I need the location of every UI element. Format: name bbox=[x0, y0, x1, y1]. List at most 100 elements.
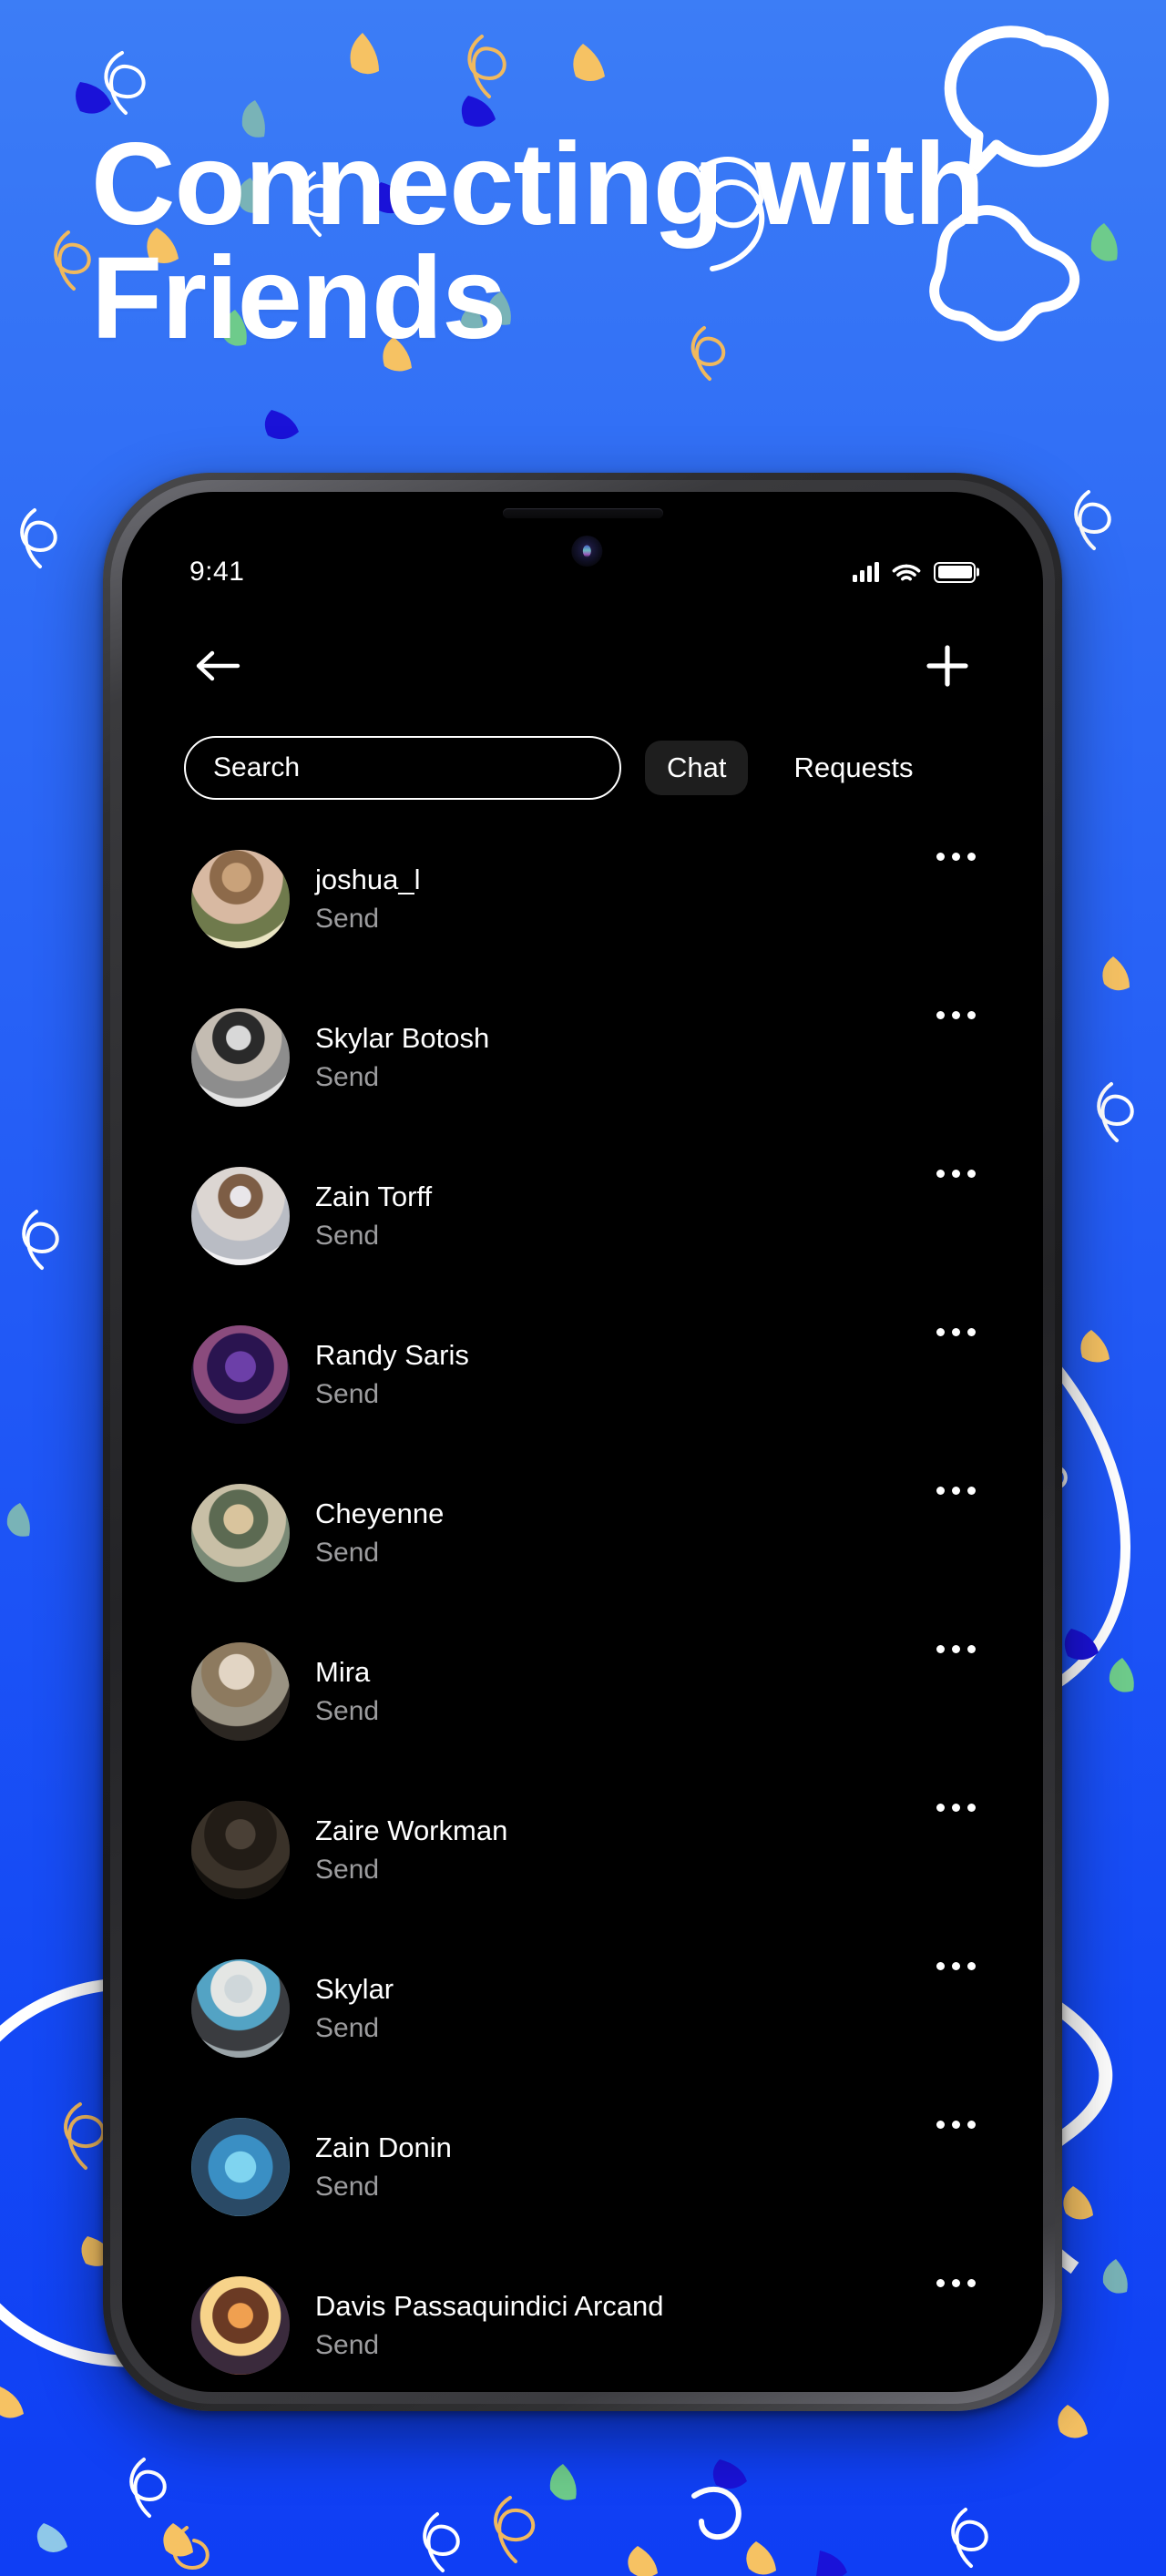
chat-item-text: Zain Donin Send bbox=[315, 2133, 452, 2201]
phone-mockup: 9:41 Search Chat Requests joshua_l Send … bbox=[103, 473, 1062, 2411]
ellipsis-icon[interactable] bbox=[936, 1487, 976, 1495]
tab-requests[interactable]: Requests bbox=[772, 741, 935, 795]
chat-item-send-label[interactable]: Send bbox=[315, 1064, 489, 1091]
squiggle-yellow-2 bbox=[54, 230, 91, 291]
avatar-image bbox=[191, 1167, 290, 1265]
chat-list[interactable]: joshua_l Send Skylar Botosh Send Zain Torff S… bbox=[122, 820, 1043, 2392]
chat-item-name: Randy Saris bbox=[315, 1339, 469, 1371]
hero-line-1: Connecting with bbox=[91, 119, 985, 250]
chat-item-text: Mira Send bbox=[315, 1658, 379, 1725]
chat-item-send-label[interactable]: Send bbox=[315, 1698, 379, 1725]
avatar[interactable] bbox=[191, 1325, 290, 1424]
chat-item-name: joshua_l bbox=[315, 864, 421, 895]
avatar[interactable] bbox=[191, 1642, 290, 1741]
chat-list-item[interactable]: Cheyenne Send bbox=[122, 1454, 1043, 1612]
chat-list-item[interactable]: Randy Saris Send bbox=[122, 1295, 1043, 1454]
chat-item-send-label[interactable]: Send bbox=[315, 1381, 469, 1408]
squiggle-white-6 bbox=[1097, 1082, 1134, 1142]
chat-item-send-label[interactable]: Send bbox=[315, 2173, 452, 2201]
chat-item-name: Zain Torff bbox=[315, 1181, 433, 1212]
hero-line-2: Friends bbox=[91, 233, 506, 364]
avatar-image bbox=[191, 1008, 290, 1107]
avatar[interactable] bbox=[191, 1959, 290, 2058]
chat-item-name: Davis Passaquindici Arcand bbox=[315, 2290, 664, 2322]
status-bar: 9:41 bbox=[122, 547, 1043, 598]
ellipsis-icon[interactable] bbox=[936, 1645, 976, 1653]
status-time: 9:41 bbox=[189, 557, 245, 587]
earpiece-speaker-icon bbox=[502, 508, 663, 518]
squiggle-white bbox=[104, 51, 146, 115]
avatar[interactable] bbox=[191, 1167, 290, 1265]
avatar[interactable] bbox=[191, 1008, 290, 1107]
ellipsis-icon[interactable] bbox=[936, 1962, 976, 1970]
avatar[interactable] bbox=[191, 2276, 290, 2375]
phone-frame: 9:41 Search Chat Requests joshua_l Send … bbox=[103, 473, 1062, 2411]
avatar-image bbox=[191, 1484, 290, 1582]
page-title: Connecting with Friends bbox=[91, 127, 1111, 364]
squiggle-white-4 bbox=[1074, 490, 1111, 550]
chat-item-send-label[interactable]: Send bbox=[315, 905, 420, 933]
chat-item-send-label[interactable]: Send bbox=[315, 1856, 507, 1884]
status-icons bbox=[853, 561, 976, 583]
avatar[interactable] bbox=[191, 1484, 290, 1582]
back-button[interactable] bbox=[189, 638, 246, 694]
avatar-image bbox=[191, 1959, 290, 2058]
ellipsis-icon[interactable] bbox=[936, 1170, 976, 1178]
ellipsis-icon[interactable] bbox=[936, 853, 976, 861]
ellipsis-icon[interactable] bbox=[936, 2279, 976, 2287]
phone-screen: 9:41 Search Chat Requests joshua_l Send … bbox=[122, 492, 1043, 2392]
chat-list-item[interactable]: Zain Donin Send bbox=[122, 2088, 1043, 2246]
chat-list-item[interactable]: Davis Passaquindici Arcand Send bbox=[122, 2246, 1043, 2392]
cellular-signal-icon bbox=[853, 562, 879, 582]
avatar[interactable] bbox=[191, 2118, 290, 2216]
avatar-image bbox=[191, 1642, 290, 1741]
hero-heading: Connecting with Friends bbox=[91, 127, 1111, 364]
search-and-tabs: Chat Requests bbox=[122, 736, 1043, 800]
avatar-image bbox=[191, 850, 290, 948]
chat-list-item[interactable]: Mira Send bbox=[122, 1612, 1043, 1771]
tab-chat[interactable]: Chat bbox=[645, 741, 749, 795]
chat-item-text: Cheyenne Send bbox=[315, 1499, 444, 1567]
chat-list-item[interactable]: Skylar Botosh Send bbox=[122, 978, 1043, 1137]
chat-item-name: Zain Donin bbox=[315, 2131, 452, 2163]
back-arrow-icon bbox=[196, 650, 240, 681]
chat-item-text: Zaire Workman Send bbox=[315, 1816, 507, 1884]
squiggle-yellow-6 bbox=[172, 2526, 210, 2571]
squiggle-yellow-4 bbox=[64, 2102, 106, 2170]
chat-item-name: Cheyenne bbox=[315, 1498, 445, 1529]
chat-list-item[interactable]: Zaire Workman Send bbox=[122, 1771, 1043, 1929]
avatar-image bbox=[191, 2276, 290, 2375]
avatar-image bbox=[191, 1325, 290, 1424]
top-nav bbox=[122, 627, 1043, 705]
battery-full-icon bbox=[934, 561, 976, 583]
chat-item-name: Skylar Botosh bbox=[315, 1022, 490, 1054]
chat-item-text: Skylar Send bbox=[315, 1975, 394, 2042]
arc-white-2 bbox=[691, 2486, 742, 2540]
chat-item-send-label[interactable]: Send bbox=[315, 2015, 394, 2042]
chat-item-send-label[interactable]: Send bbox=[315, 1539, 444, 1567]
squiggle-yellow-5 bbox=[494, 2496, 536, 2563]
chat-item-send-label[interactable]: Send bbox=[315, 2332, 664, 2359]
chat-item-text: Randy Saris Send bbox=[315, 1341, 469, 1408]
squiggle-white-9 bbox=[423, 2512, 460, 2572]
chat-list-item[interactable]: Skylar Send bbox=[122, 1929, 1043, 2088]
squiggle-white-5 bbox=[22, 1210, 59, 1270]
squiggle-white-10 bbox=[951, 2508, 988, 2568]
chat-list-item[interactable]: Zain Torff Send bbox=[122, 1137, 1043, 1295]
chat-item-name: Mira bbox=[315, 1656, 371, 1688]
avatar[interactable] bbox=[191, 850, 290, 948]
chat-item-text: Davis Passaquindici Arcand Send bbox=[315, 2292, 664, 2359]
chat-item-text: Zain Torff Send bbox=[315, 1182, 432, 1250]
add-button[interactable] bbox=[919, 638, 976, 694]
avatar[interactable] bbox=[191, 1801, 290, 1899]
search-input[interactable] bbox=[213, 752, 592, 783]
ellipsis-icon[interactable] bbox=[936, 2121, 976, 2129]
ellipsis-icon[interactable] bbox=[936, 1804, 976, 1812]
search-box[interactable] bbox=[184, 736, 621, 800]
chat-item-send-label[interactable]: Send bbox=[315, 1222, 432, 1250]
chat-list-item[interactable]: joshua_l Send bbox=[122, 820, 1043, 978]
squiggle-white-8 bbox=[129, 2458, 167, 2518]
wifi-icon bbox=[892, 564, 921, 581]
ellipsis-icon[interactable] bbox=[936, 1328, 976, 1336]
ellipsis-icon[interactable] bbox=[936, 1011, 976, 1019]
